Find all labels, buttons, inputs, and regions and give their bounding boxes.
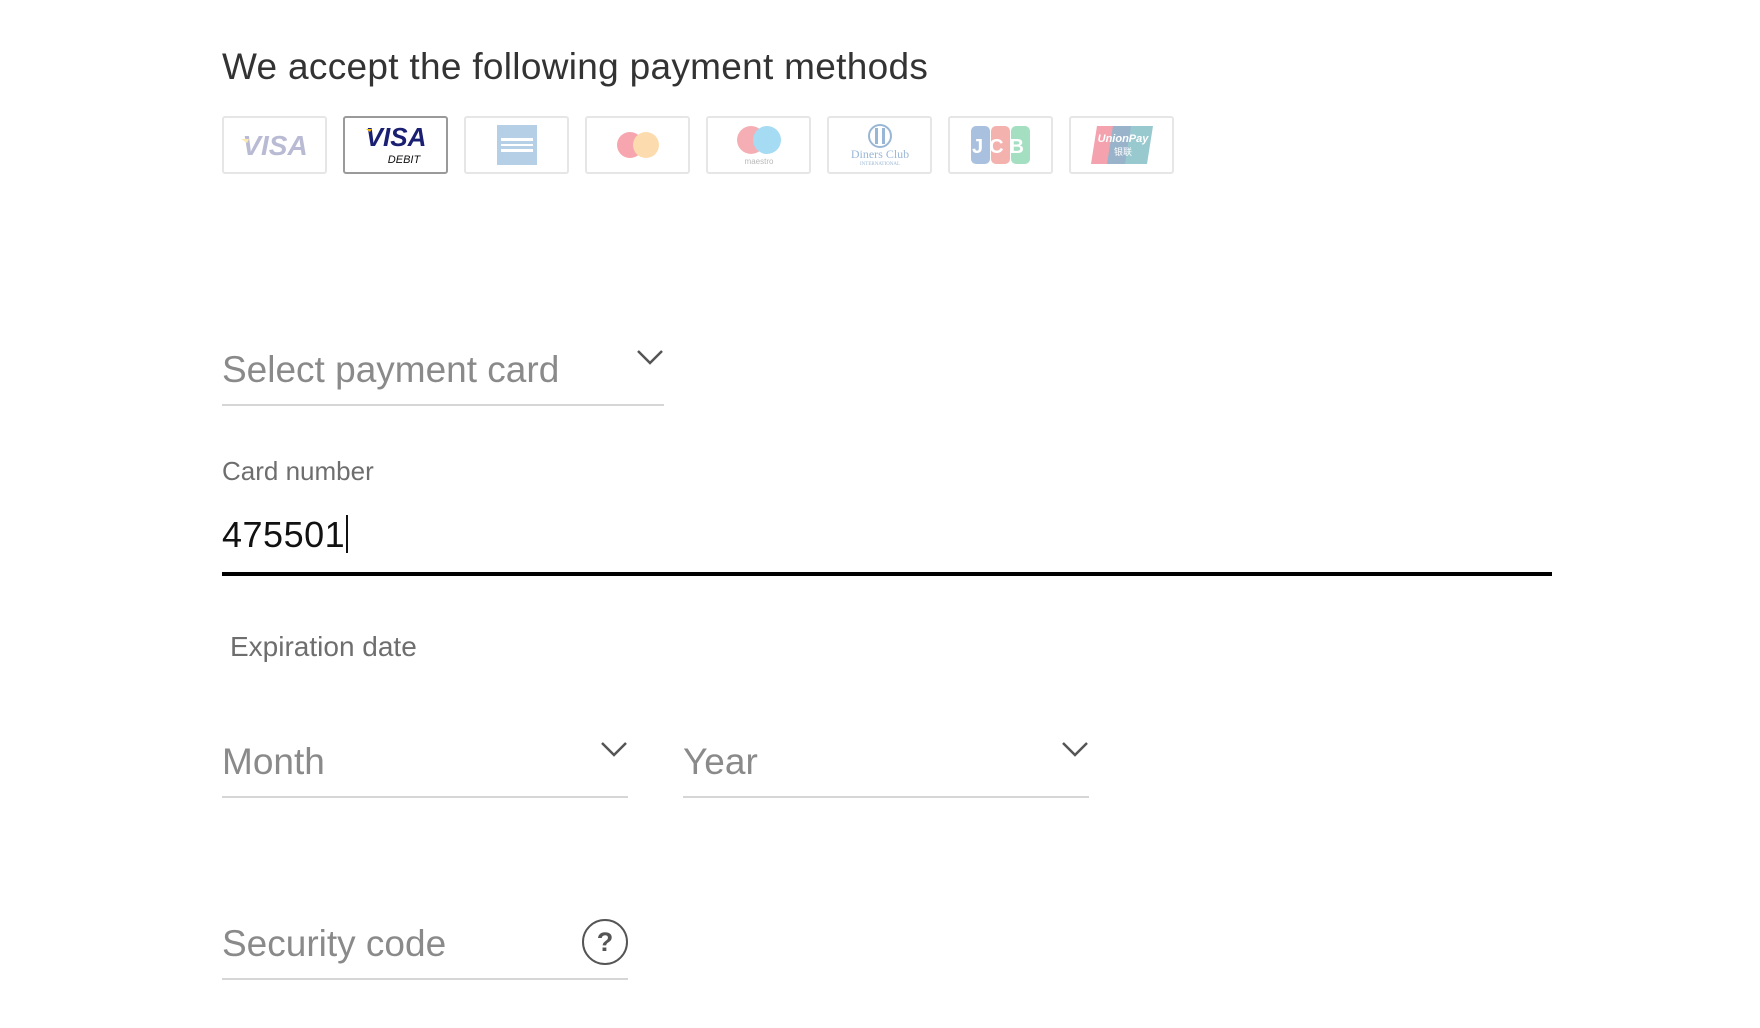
chevron-down-icon [1062, 742, 1088, 757]
month-dropdown[interactable]: Month [222, 732, 628, 798]
svg-text:VISA: VISA [242, 130, 307, 161]
visa-debit-icon: VISA DEBIT [365, 122, 426, 166]
month-placeholder: Month [222, 741, 325, 782]
diners-club-icon: Diners Club INTERNATIONAL [850, 124, 909, 167]
payment-method-diners-club[interactable]: Diners Club INTERNATIONAL [827, 116, 932, 174]
security-code-help-button[interactable]: ? [582, 919, 628, 965]
payment-methods-list: VISA VISA DEBIT maestro Diners Club INTE… [222, 116, 1190, 176]
security-code-placeholder: Security code [222, 923, 447, 964]
diners-club-sublabel: INTERNATIONAL [860, 162, 900, 167]
mastercard-icon [616, 132, 659, 158]
security-code-input[interactable]: Security code ? [222, 912, 628, 980]
unionpay-icon: UnionPay 银联 [1090, 126, 1153, 164]
maestro-icon: maestro [736, 126, 781, 166]
visa-debit-label: DEBIT [387, 154, 421, 166]
jcb-label: JCB [971, 136, 1029, 158]
select-payment-card-placeholder: Select payment card [222, 349, 560, 390]
payment-method-visa[interactable]: VISA [222, 116, 327, 174]
amex-icon [496, 125, 537, 165]
maestro-label: maestro [744, 157, 773, 166]
payment-method-amex[interactable] [464, 116, 569, 174]
payment-method-jcb[interactable]: JCB [948, 116, 1053, 174]
card-number-label: Card number [222, 456, 374, 486]
unionpay-sublabel: 银联 [1113, 146, 1131, 158]
chevron-down-icon [601, 742, 627, 757]
text-caret [346, 515, 349, 553]
payment-methods-heading: We accept the following payment methods [222, 46, 929, 87]
expiration-date-label: Expiration date [230, 631, 417, 662]
payment-method-maestro[interactable]: maestro [706, 116, 811, 174]
chevron-down-icon [637, 350, 663, 365]
diners-club-label: Diners Club [850, 147, 908, 161]
question-mark-icon: ? [596, 926, 614, 957]
payment-method-visa-debit[interactable]: VISA DEBIT [343, 116, 448, 174]
year-placeholder: Year [683, 741, 758, 782]
card-number-input[interactable]: 475501 [222, 506, 1552, 576]
year-dropdown[interactable]: Year [683, 732, 1089, 798]
payment-method-mastercard[interactable] [585, 116, 690, 174]
card-number-value: 475501 [222, 514, 349, 556]
jcb-icon: JCB [970, 126, 1030, 164]
select-payment-card-dropdown[interactable]: Select payment card [222, 340, 664, 406]
visa-debit-brand: VISA [365, 122, 426, 152]
visa-icon: VISA [240, 130, 307, 161]
unionpay-label: UnionPay [1097, 133, 1149, 145]
payment-method-unionpay[interactable]: UnionPay 银联 [1069, 116, 1174, 174]
